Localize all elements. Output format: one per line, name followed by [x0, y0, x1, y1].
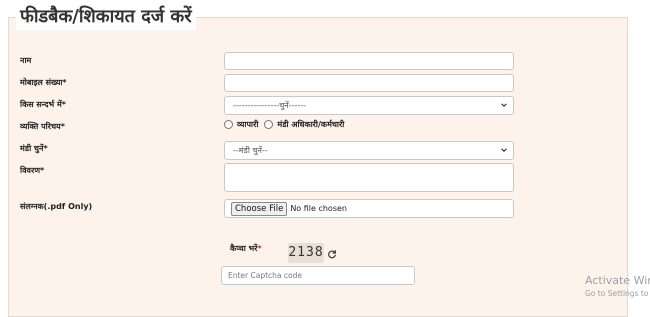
choose-file-button[interactable]: Choose File [231, 201, 288, 216]
name-input[interactable] [224, 52, 514, 70]
no-file-text: No file chosen [290, 204, 347, 213]
context-select[interactable]: ----------------चुनें------ [224, 96, 514, 115]
context-select-value: ----------------चुनें------ [233, 101, 307, 110]
context-label: किस सन्दर्भ में* [20, 100, 66, 109]
chevron-down-icon [501, 103, 507, 107]
mobile-input[interactable] [224, 74, 514, 92]
description-label: विवरण* [20, 166, 45, 175]
attachment-label: संलग्नक(.pdf Only) [20, 202, 93, 211]
mandi-select[interactable]: --मंडी चुनें-- [224, 141, 514, 160]
captcha-label: कैप्चा भरें* [230, 244, 262, 253]
mobile-label: मोबाइल संख्या* [20, 78, 67, 87]
captcha-image: 2138 [288, 243, 324, 263]
name-label: नाम [20, 56, 32, 65]
description-textarea[interactable] [224, 163, 514, 192]
radio-trader[interactable] [224, 120, 233, 129]
form-title: फीडबैक/शिकायत दर्ज करें [16, 4, 196, 30]
radio-official-label: मंडी अधिकारी/कर्मचारी [277, 120, 345, 129]
activate-windows-watermark: Activate Wind Go to Settings to a [585, 274, 650, 298]
refresh-icon[interactable] [327, 249, 337, 259]
radio-trader-label: व्यापारी [237, 120, 259, 129]
person-type-label: व्यक्ति परिचय* [20, 122, 65, 131]
mandi-select-value: --मंडी चुनें-- [233, 146, 268, 155]
captcha-input[interactable]: Enter Captcha code [221, 266, 415, 285]
attachment-file-input[interactable]: Choose File No file chosen [224, 199, 514, 218]
person-type-radios: व्यापारी मंडी अधिकारी/कर्मचारी [224, 119, 344, 130]
mandi-label: मंडी चुनें* [20, 144, 48, 153]
radio-official[interactable] [264, 120, 274, 129]
required-mark: * [257, 244, 262, 253]
chevron-down-icon [501, 148, 507, 152]
